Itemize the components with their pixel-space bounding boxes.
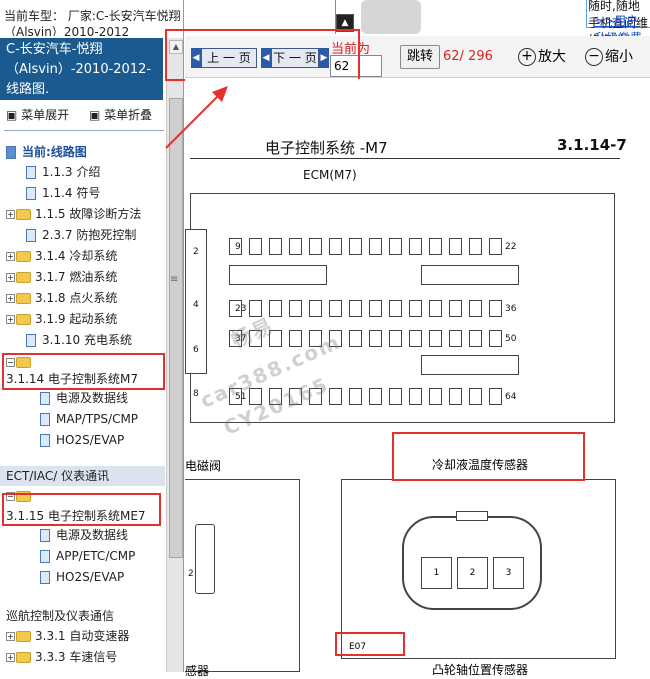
annotation-arrow (165, 86, 228, 149)
